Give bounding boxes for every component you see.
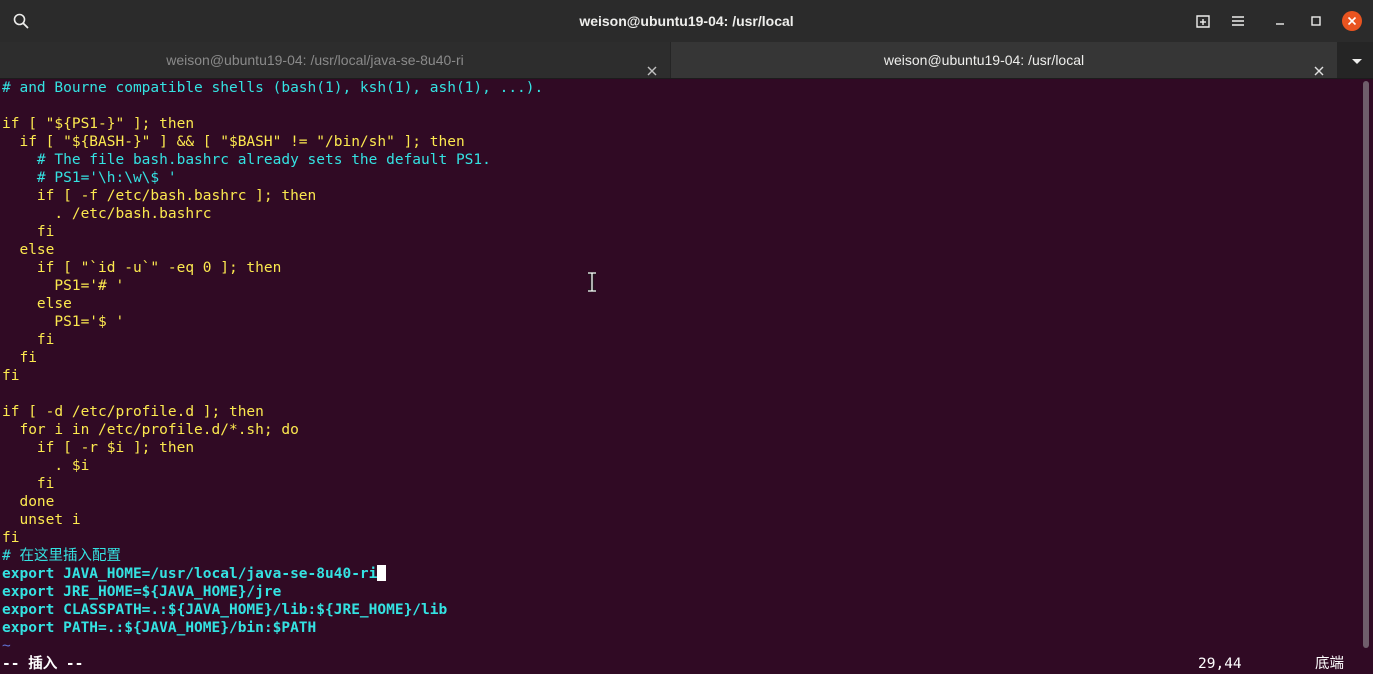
window-title: weison@ubuntu19-04: /usr/local <box>579 13 794 29</box>
editor-line-30: export CLASSPATH=.:${JAVA_HOME}/lib:${JR… <box>2 602 448 618</box>
editor-line-14: PS1='$ ' <box>2 314 125 330</box>
tab-close-icon[interactable] <box>646 54 658 76</box>
new-tab-icon[interactable] <box>1189 7 1217 35</box>
editor-line-16: fi <box>2 350 37 366</box>
editor-line-17: fi <box>2 368 20 384</box>
editor-line-5: # The file bash.bashrc already sets the … <box>2 152 491 168</box>
text-cursor <box>377 565 387 581</box>
tab-label: weison@ubuntu19-04: /usr/local <box>883 52 1085 68</box>
editor-line-12: PS1='# ' <box>2 278 125 294</box>
title-bar: weison@ubuntu19-04: /usr/local <box>0 0 1373 42</box>
editor-line-4: if [ "${BASH-}" ] && [ "$BASH" != "/bin/… <box>2 134 465 150</box>
editor-line-25: unset i <box>2 512 81 528</box>
editor-line-13: else <box>2 296 72 312</box>
editor-line-11: if [ "`id -u`" -eq 0 ]; then <box>2 260 282 276</box>
editor-line-9: fi <box>2 224 55 240</box>
editor-line-23: fi <box>2 476 55 492</box>
editor-line-27: # 在这里插入配置 <box>2 548 121 564</box>
tab-bar: weison@ubuntu19-04: /usr/local/java-se-8… <box>0 42 1373 79</box>
tab-java-se[interactable]: weison@ubuntu19-04: /usr/local/java-se-8… <box>0 42 670 78</box>
maximize-icon[interactable] <box>1302 7 1330 35</box>
editor-line-3: if [ "${PS1-}" ]; then <box>2 116 195 132</box>
tab-usr-local[interactable]: weison@ubuntu19-04: /usr/local <box>671 42 1337 78</box>
editor-line-10: else <box>2 242 55 258</box>
editor-line-28-text: export JAVA_HOME=/usr/local/java-se-8u40… <box>2 566 378 582</box>
editor-line-28: export JAVA_HOME=/usr/local/java-se-8u40… <box>2 565 387 583</box>
menu-icon[interactable] <box>1224 7 1252 35</box>
vim-mode: -- 插入 -- <box>2 656 84 672</box>
editor-line-7: if [ -f /etc/bash.bashrc ]; then <box>2 188 317 204</box>
editor-line-6: # PS1='\h:\w\$ ' <box>2 170 177 186</box>
editor-line-21: if [ -r $i ]; then <box>2 440 195 456</box>
tab-label: weison@ubuntu19-04: /usr/local/java-se-8… <box>166 52 464 68</box>
editor-line-19: if [ -d /etc/profile.d ]; then <box>2 404 264 420</box>
cursor-position: 29,44 <box>1198 656 1242 672</box>
scroll-position: 底端 <box>1315 656 1344 672</box>
terminal-content[interactable]: # and Bourne compatible shells (bash(1),… <box>0 79 1360 674</box>
close-icon[interactable] <box>1338 7 1366 35</box>
editor-line-29: export JRE_HOME=${JAVA_HOME}/jre <box>2 584 282 600</box>
editor-line-20: for i in /etc/profile.d/*.sh; do <box>2 422 299 438</box>
editor-line-24: done <box>2 494 55 510</box>
editor-tilde: ~ <box>2 638 11 654</box>
editor-line-26: fi <box>2 530 20 546</box>
tab-dropdown[interactable] <box>1340 42 1373 78</box>
editor-line-8: . /etc/bash.bashrc <box>2 206 212 222</box>
text-cursor-icon <box>586 271 598 293</box>
dropdown-icon <box>1351 51 1363 70</box>
minimize-icon[interactable] <box>1266 7 1294 35</box>
tab-close-icon[interactable] <box>1313 54 1325 76</box>
editor-line-22: . $i <box>2 458 90 474</box>
editor-line-1: # and Bourne compatible shells (bash(1),… <box>2 80 544 96</box>
scrollbar[interactable] <box>1363 81 1369 648</box>
editor-line-15: fi <box>2 332 55 348</box>
editor-line-31: export PATH=.:${JAVA_HOME}/bin:$PATH <box>2 620 317 636</box>
